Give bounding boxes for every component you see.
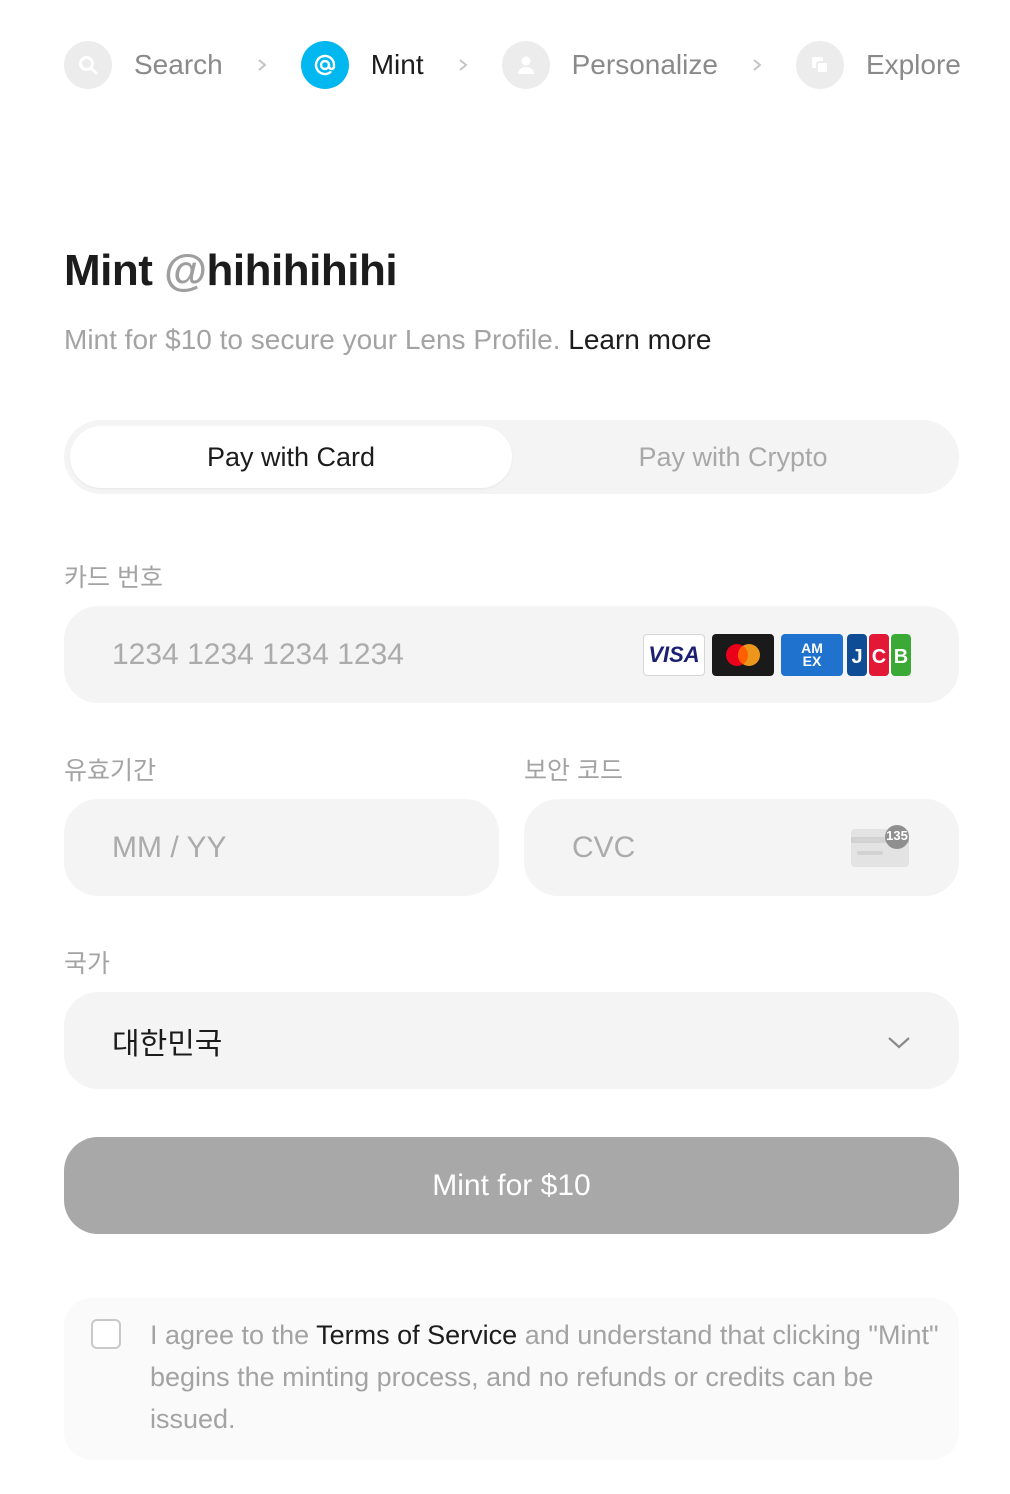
cvc-input[interactable]: CVC 135 [524,799,959,896]
chevron-right-icon [257,40,267,90]
step-label-explore: Explore [865,49,961,80]
payment-method-tabs: Pay with Card Pay with Crypto [64,420,959,494]
squares-icon [795,41,844,89]
svg-text:B: B [894,646,908,668]
terms-agreement: I agree to the Terms of Service and unde… [64,1298,959,1460]
card-number-placeholder: 1234 1234 1234 1234 [112,637,404,671]
chevron-right-icon [458,40,468,90]
title-prefix: Mint [64,246,165,295]
chevron-right-icon [752,40,762,90]
country-value: 대한민국 [112,1027,223,1061]
step-explore[interactable]: Explore [795,40,961,90]
card-number-label: 카드 번호 [64,564,163,592]
jcb-icon: JCB [847,634,911,676]
title-handle: hihihihihi [206,246,398,295]
cvc-label: 보안 코드 [524,757,623,785]
cvc-icon-number: 135 [886,828,908,843]
visa-icon: VISA [643,634,705,676]
cvc-placeholder: CVC [572,830,636,864]
title-handle-at: @ [164,246,207,295]
mastercard-icon [712,634,774,676]
stepper: Search Mint Personalize Explore [64,40,961,90]
page-subtitle: Mint for $10 to secure your Lens Profile… [64,324,711,356]
card-number-input[interactable]: 1234 1234 1234 1234 VISA AM EX JCB [64,606,959,703]
step-search[interactable]: Search [64,40,223,90]
chevron-down-icon [885,1028,913,1056]
tab-pay-with-card[interactable]: Pay with Card [70,426,512,488]
subtitle-text: Mint for $10 to secure your Lens Profile… [64,324,569,355]
learn-more-link[interactable]: Learn more [568,324,711,355]
card-brands: VISA AM EX JCB [643,634,911,676]
step-label-mint: Mint [370,49,424,80]
step-personalize[interactable]: Personalize [501,40,718,90]
terms-prefix: I agree to the [150,1320,317,1350]
amex-icon: AM EX [781,634,843,676]
tab-pay-with-crypto[interactable]: Pay with Crypto [512,426,954,488]
expiry-placeholder: MM / YY [112,830,227,864]
page-title: Mint @hihihihihi [64,246,398,296]
search-icon [64,41,112,89]
step-label-search: Search [134,49,223,80]
cvc-card-icon: 135 [851,825,911,869]
step-label-personalize: Personalize [571,49,718,80]
svg-text:J: J [851,646,862,668]
step-mint[interactable]: Mint [300,40,424,90]
expiry-input[interactable]: MM / YY [64,799,499,896]
country-select[interactable]: 대한민국 [64,992,959,1089]
user-icon [501,41,550,89]
expiry-label: 유효기간 [64,757,157,785]
mint-button[interactable]: Mint for $10 [64,1137,959,1234]
terms-text: I agree to the Terms of Service and unde… [150,1314,940,1440]
terms-of-service-link[interactable]: Terms of Service [316,1320,517,1350]
svg-text:C: C [872,646,886,668]
at-icon [300,41,349,89]
terms-checkbox[interactable] [91,1319,121,1349]
country-label: 국가 [64,950,111,978]
